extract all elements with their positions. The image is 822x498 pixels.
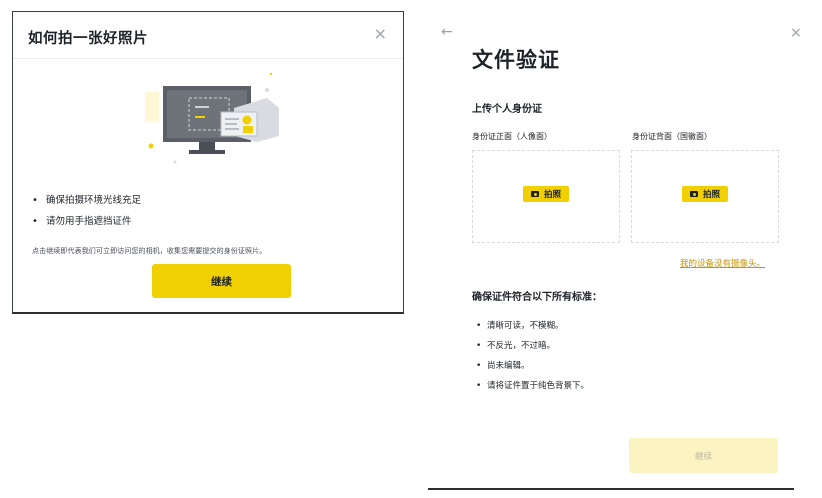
modal-title: 如何拍一张好照片 <box>28 31 148 47</box>
continue-button-disabled[interactable]: 继续 <box>629 438 778 473</box>
back-upload-area[interactable]: 拍照 <box>631 150 779 243</box>
standards-title: 确保证件符合以下所有标准： <box>472 292 602 303</box>
close-icon[interactable]: × <box>790 25 802 41</box>
front-side-label: 身份证正面（人像面） <box>472 132 552 141</box>
list-item: 确保拍摄环境光线充足 <box>32 190 141 211</box>
take-photo-front-button[interactable]: 拍照 <box>522 186 570 202</box>
list-item: 请勿用手指遮挡证件 <box>32 211 141 232</box>
list-item: 请将证件置于纯色背景下。 <box>476 376 589 396</box>
list-item: 清晰可读，不模糊。 <box>476 316 589 336</box>
page-title: 文件验证 <box>472 48 560 72</box>
tips-list: 确保拍摄环境光线充足 请勿用手指遮挡证件 <box>32 190 141 232</box>
take-photo-label: 拍照 <box>702 190 721 200</box>
arrow-left-icon[interactable]: ← <box>441 24 453 40</box>
take-photo-back-button[interactable]: 拍照 <box>681 186 729 202</box>
id-photo-illustration <box>145 72 279 164</box>
photo-tips-modal: 如何拍一张好照片 × 确保拍摄环境光线充足 请勿用手指遮挡证件 点击继续即代表我… <box>12 11 404 314</box>
standards-list: 清晰可读，不模糊。 不反光，不过暗。 尚未编辑。 请将证件置于纯色背景下。 <box>476 316 589 396</box>
no-camera-link[interactable]: 我的设备没有摄像头。 <box>680 257 765 269</box>
continue-button[interactable]: 继续 <box>152 264 291 298</box>
close-icon[interactable]: × <box>374 24 387 43</box>
header-divider <box>13 58 403 59</box>
take-photo-label: 拍照 <box>543 190 562 200</box>
front-upload-area[interactable]: 拍照 <box>472 150 620 243</box>
bottom-divider <box>428 488 794 490</box>
list-item: 不反光，不过暗。 <box>476 336 589 356</box>
back-side-label: 身份证背面（国徽面） <box>632 132 712 141</box>
consent-text: 点击继续即代表我们可立即访问您的相机，收集您需要提交的身份证照片。 <box>32 247 267 255</box>
camera-icon <box>689 191 698 197</box>
list-item: 尚未编辑。 <box>476 356 589 376</box>
upload-heading: 上传个人身份证 <box>472 104 542 115</box>
camera-icon <box>530 191 539 197</box>
